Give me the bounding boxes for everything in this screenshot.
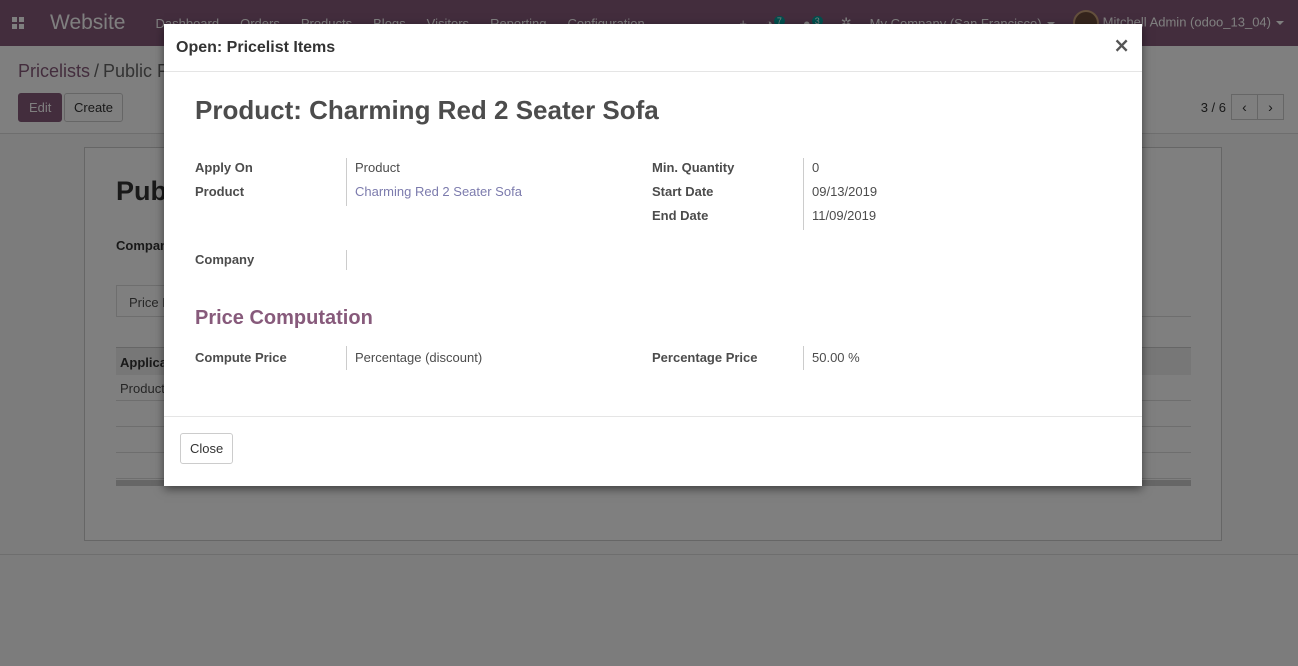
section-title-price-computation: Price Computation — [195, 307, 373, 329]
min-quantity-value: 0 — [803, 158, 819, 182]
modal-title: Open: Pricelist Items — [176, 39, 336, 56]
apply-on-value: Product — [346, 158, 400, 182]
apply-on-label: Apply On — [195, 160, 253, 175]
start-date-value: 09/13/2019 — [803, 182, 877, 206]
modal-header: Open: Pricelist Items × — [164, 24, 1142, 72]
compute-price-value: Percentage (discount) — [346, 346, 482, 370]
modal-body: Product: Charming Red 2 Seater Sofa Appl… — [164, 72, 1142, 416]
percentage-price-value: 50.00 % — [803, 346, 860, 370]
modal-footer: Close — [164, 416, 1142, 486]
min-quantity-label: Min. Quantity — [652, 160, 735, 175]
pricelist-item-dialog: Open: Pricelist Items × Product: Charmin… — [164, 24, 1142, 486]
company-label: Company — [195, 252, 255, 267]
close-button[interactable]: Close — [180, 433, 234, 464]
end-date-value: 11/09/2019 — [803, 206, 876, 230]
end-date-label: End Date — [652, 208, 709, 223]
record-title: Product: Charming Red 2 Seater Sofa — [195, 95, 659, 125]
company-value — [346, 250, 355, 270]
compute-price-label: Compute Price — [195, 350, 287, 365]
product-label: Product — [195, 184, 245, 199]
start-date-label: Start Date — [652, 184, 714, 199]
product-field: Charming Red 2 Seater Sofa — [346, 182, 522, 206]
percentage-price-label: Percentage Price — [652, 350, 758, 365]
close-icon[interactable]: × — [1113, 35, 1130, 55]
product-link[interactable]: Charming Red 2 Seater Sofa — [355, 184, 522, 199]
